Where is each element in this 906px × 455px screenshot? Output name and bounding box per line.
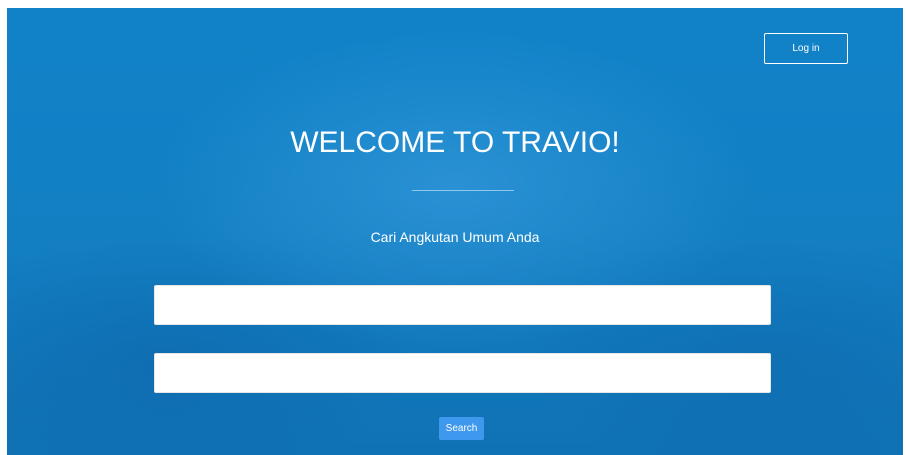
origin-input[interactable] xyxy=(154,285,771,325)
search-button[interactable]: Search xyxy=(439,417,484,440)
login-button[interactable]: Log in xyxy=(764,33,848,64)
page-subtitle: Cari Angkutan Umum Anda xyxy=(370,229,540,245)
title-divider xyxy=(412,190,514,191)
destination-input[interactable] xyxy=(154,353,771,393)
page-title: WELCOME TO TRAVIO! xyxy=(290,126,620,159)
hero-section: Log in WELCOME TO TRAVIO! Cari Angkutan … xyxy=(7,8,903,455)
